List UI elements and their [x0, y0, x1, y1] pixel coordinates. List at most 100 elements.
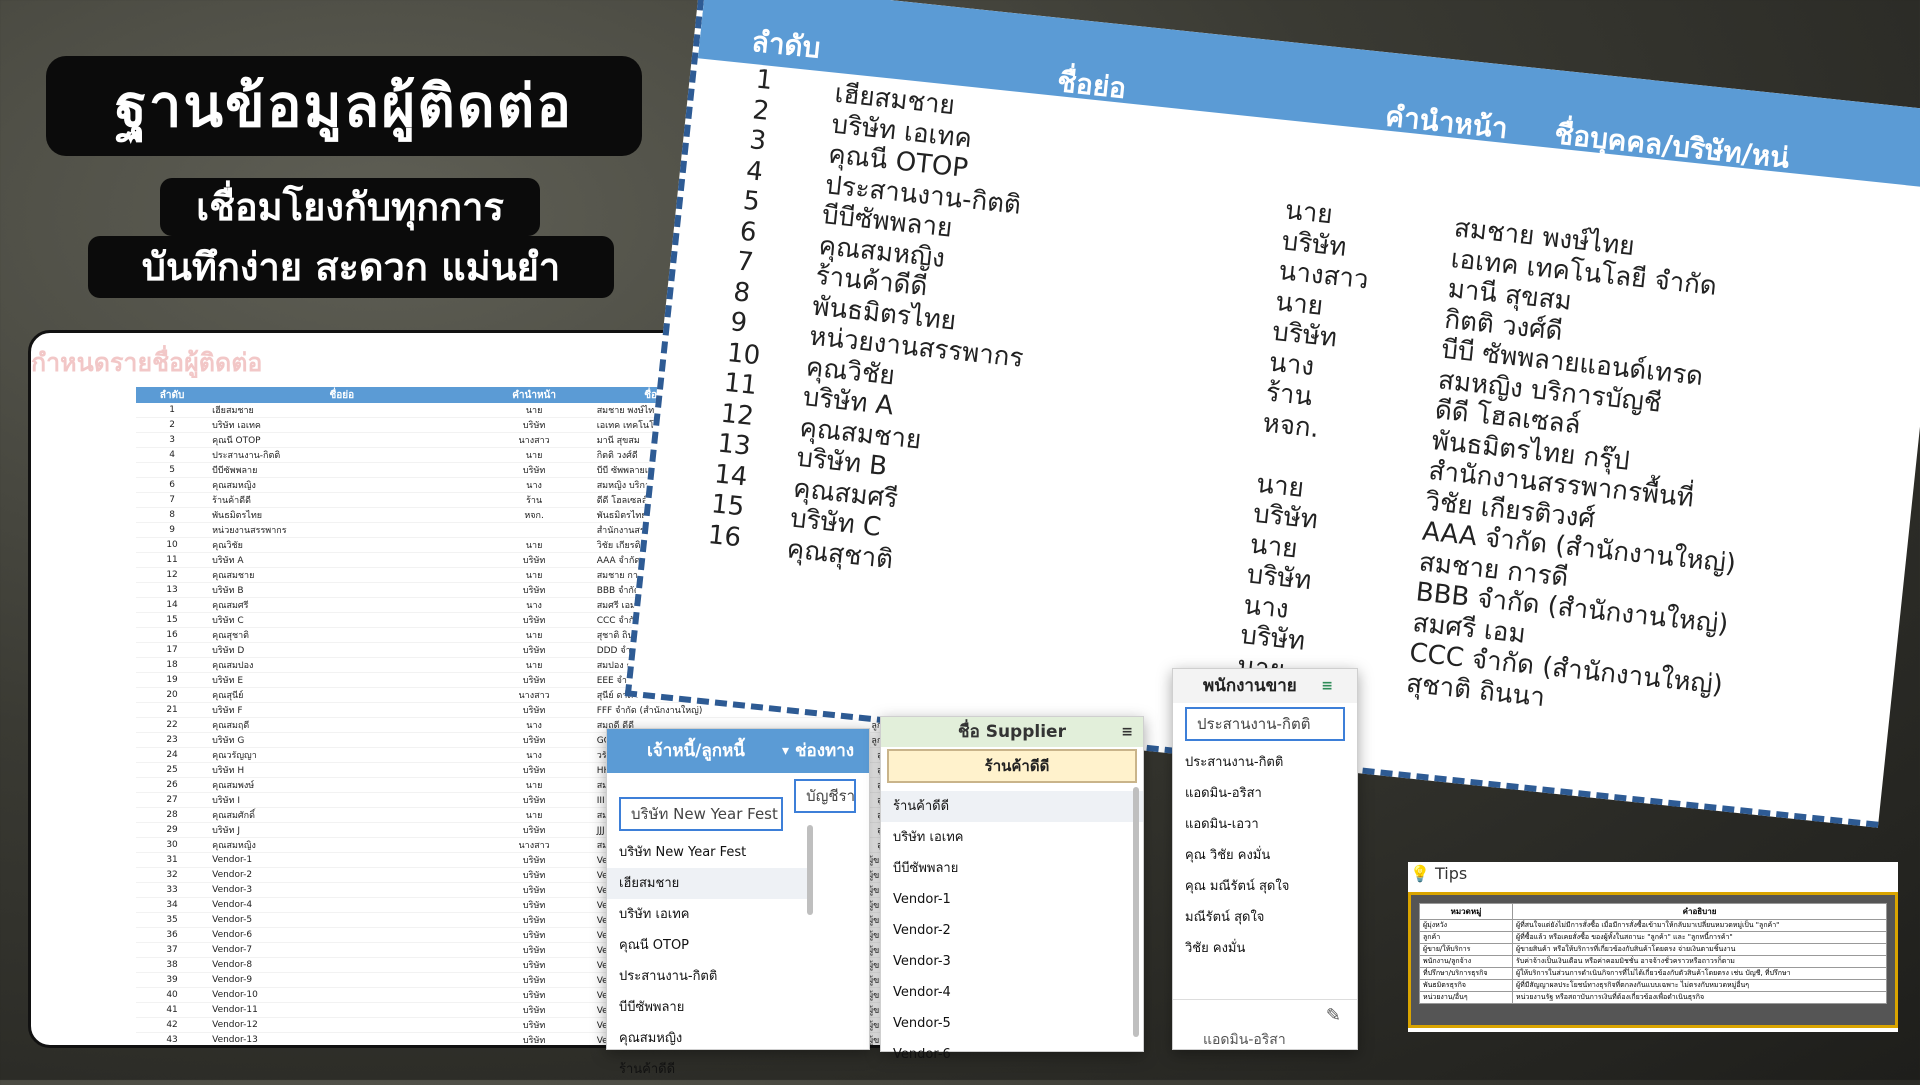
filter-icon[interactable]: ≡ [1321, 669, 1333, 703]
zoom-header-shortname: ชื่อย่อ [1055, 64, 1128, 106]
sheet-cell: บริษัท H [208, 762, 476, 778]
sheet-cell: คุณวรัญญา [208, 747, 476, 763]
dropdown-option[interactable]: คุณ วิชัย คงมั่น [1173, 840, 1357, 871]
headline-subtitle-2: บันทึกง่าย สะดวก แม่นยำ [88, 236, 614, 298]
sheet-cell: Vendor-7 [208, 942, 476, 958]
staff-header-label: พนักงานขาย [1203, 676, 1297, 696]
sheet-cell: 36 [136, 927, 209, 943]
sheet-cell: บริษัท D [208, 642, 476, 658]
dropdown-option[interactable]: ประสานงาน-กิตติ [1173, 747, 1357, 778]
sheet-title: กำหนดรายชื่อผู้ติดต่อ [31, 348, 263, 377]
zoom-row-order: 2 [751, 94, 771, 127]
sheet-cell: บริษัท [475, 1002, 593, 1018]
dropdown-option[interactable]: Vendor-2 [881, 915, 1143, 946]
sheet-cell: 8 [136, 507, 209, 523]
dropdown-option[interactable]: มณีรัตน์ สุดใจ [1173, 902, 1357, 933]
sheet-cell: คุณสมพงษ์ [208, 777, 476, 793]
dropdown-option[interactable]: Vendor-4 [881, 977, 1143, 1008]
tips-label-text: Tips [1435, 864, 1468, 883]
sheet-cell: Vendor-14 [208, 1048, 475, 1049]
sheet-cell: 16 [136, 627, 209, 643]
supplier-header: ชื่อ Supplier ≡ [881, 717, 1143, 747]
sheet-cell: บริษัท [475, 672, 593, 688]
dropdown-option[interactable]: ร้านค้าดีดี [881, 791, 1143, 822]
sheet-cell: นาย [475, 777, 593, 793]
sheet-cell: 33 [136, 882, 209, 898]
sheet-cell: บริษัท A [208, 552, 476, 568]
zoom-row-order: 14 [712, 458, 749, 493]
sheet-cell: นาย [475, 627, 593, 643]
sheet-cell: ร้านค้าดีดี [208, 492, 476, 508]
sheet-cell: บริษัท I [208, 792, 476, 808]
sheet-cell: 32 [136, 867, 209, 883]
sheet-cell: 13 [136, 582, 209, 598]
filter-icon[interactable]: ≡ [1121, 717, 1133, 747]
sheet-cell: นาง [475, 747, 593, 763]
sheet-cell: คุณวิชัย [208, 537, 476, 553]
sheet-cell: บริษัท [475, 852, 593, 868]
sheet-cell: คุณนี OTOP [208, 432, 476, 448]
zoom-row-order: 16 [706, 519, 743, 553]
filter-icon[interactable]: ▾ [782, 729, 789, 773]
supplier-select[interactable]: ร้านค้าดีดี [887, 749, 1137, 783]
dropdown-option[interactable]: คุณ มณีรัตน์ สุดใจ [1173, 871, 1357, 902]
debtor-scrollbar[interactable] [807, 825, 813, 915]
sheet-cell: Vendor-13 [208, 1032, 476, 1045]
dropdown-option[interactable]: ประสานงาน-กิตติ [607, 961, 807, 992]
channel-select[interactable]: บัญชีรายไ [794, 779, 857, 813]
dropdown-option[interactable]: วิชัย คงมั่น [1173, 933, 1357, 964]
tips-category: พันธมิตรธุรกิจ [1419, 979, 1513, 992]
tips-table: หมวดหมู่ คำอธิบาย ผู้มุ่งหวัง ผู้ที่สนใจแ… [1419, 903, 1887, 1004]
sheet-cell: บริษัท F [208, 702, 476, 718]
zoom-row-order: 8 [732, 276, 752, 309]
dropdown-option[interactable]: คุณสมหญิง [607, 1023, 807, 1054]
dropdown-option[interactable]: แอดมิน-อริสา [1173, 778, 1357, 809]
zoom-row-order: 12 [719, 398, 756, 432]
debtor-select[interactable]: บริษัท New Year Fest [619, 797, 783, 831]
sheet-cell: บริษัท [475, 1032, 593, 1045]
tips-header-description: คำอธิบาย [1512, 903, 1887, 920]
tips-description: ผู้ที่ซื้อแล้ว หรือเคยสั่งซื้อ ของผู้ทั้… [1512, 931, 1887, 944]
sheet-cell: 1 [136, 403, 209, 418]
sheet-cell: นาย [475, 807, 593, 823]
dropdown-option[interactable]: บริษัท เอเทค [607, 899, 807, 930]
zoom-row-order: 13 [716, 428, 753, 462]
staff-select[interactable]: ประสานงาน-กิตติ [1185, 707, 1345, 741]
sheet-cell: Vendor-2 [208, 867, 476, 883]
dropdown-option[interactable]: Vendor-3 [881, 946, 1143, 977]
sheet-cell: 18 [136, 657, 209, 673]
tips-category: พนักงาน/ลูกจ้าง [1419, 955, 1513, 968]
sheet-cell: 7 [136, 492, 209, 508]
dropdown-option[interactable]: ร้านค้าดีดี [607, 1054, 807, 1085]
dropdown-option[interactable]: Vendor-1 [881, 884, 1143, 915]
dropdown-option[interactable]: Vendor-5 [881, 1008, 1143, 1039]
tips-category: ลูกค้า [1419, 931, 1513, 944]
sheet-header-cell: ชื่อย่อ [208, 387, 476, 403]
sheet-cell: 27 [136, 792, 209, 808]
dropdown-option[interactable]: แอดมิน-เอวา [1173, 809, 1357, 840]
dropdown-option[interactable]: Vendor-6 [881, 1039, 1143, 1070]
sheet-cell: คุณสมหญิง [208, 837, 476, 853]
dropdown-option[interactable]: คุณนี OTOP [607, 930, 807, 961]
sheet-cell: 5 [136, 462, 209, 478]
sheet-cell: คุณสุนีย์ [208, 687, 476, 703]
sheet-cell: คุณสมชาย [208, 567, 476, 583]
dropdown-option[interactable]: บริษัท เอเทค [881, 822, 1143, 853]
dropdown-option[interactable]: บริษัท New Year Fest [607, 837, 807, 868]
sheet-cell: 19 [136, 672, 209, 688]
dropdown-option[interactable]: บีบีซัพพลาย [881, 853, 1143, 884]
sheet-cell: คุณสมปอง [208, 657, 476, 673]
sheet-cell: 15 [136, 612, 209, 628]
dropdown-option[interactable]: บีบีซัพพลาย [607, 992, 807, 1023]
sheet-cell: นาย [475, 447, 593, 463]
sheet-cell: บริษัท เอเทค [208, 417, 476, 433]
tips-description: ผู้ให้บริการในส่วนการดำเนินกิจการที่ไม่ไ… [1512, 967, 1887, 980]
sheet-cell: บริษัท [475, 927, 593, 943]
supplier-scrollbar[interactable] [1133, 787, 1139, 1037]
sheet-cell: บริษัท [475, 897, 593, 913]
sheet-cell: นาง [475, 597, 593, 613]
edit-pencil-icon[interactable]: ✎ [1326, 1005, 1341, 1026]
tips-description: รับค่าจ้างเป็นเงินเดือน หรือค่าคอมมิชชั่… [1512, 955, 1887, 968]
dropdown-option[interactable]: เฮียสมชาย [607, 868, 807, 899]
zoom-header-order: ลำดับ [750, 24, 823, 65]
